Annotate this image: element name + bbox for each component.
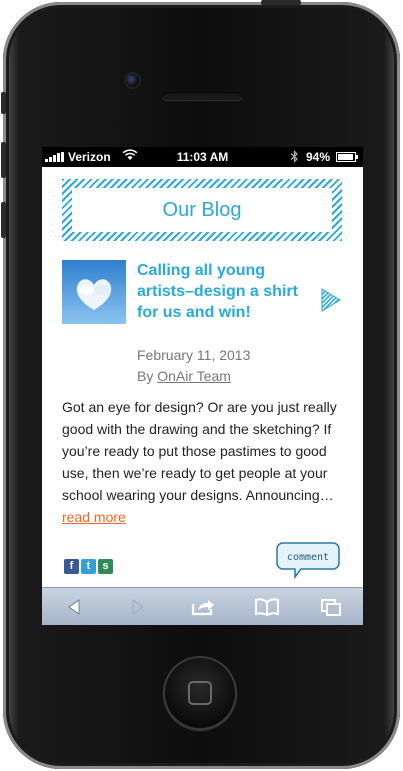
excerpt-text: Got an eye for design? Or are you just r… <box>62 399 337 503</box>
battery-percentage: 94% <box>306 150 331 164</box>
silent-switch <box>1 92 6 114</box>
byline-prefix: By <box>137 368 154 384</box>
twitter-icon[interactable]: t <box>81 559 96 574</box>
next-arrow-icon[interactable] <box>320 287 342 313</box>
forward-icon <box>132 599 144 615</box>
status-bar: Verizon 11:03 AM 94% <box>42 147 363 167</box>
camera-icon <box>126 74 139 87</box>
home-square-icon <box>188 681 212 705</box>
share-icon[interactable]: s <box>98 559 113 574</box>
comment-label: comment <box>287 552 329 563</box>
forward-button[interactable] <box>106 588 170 625</box>
power-button <box>261 0 301 5</box>
share-action-icon <box>191 600 214 616</box>
screen: Verizon 11:03 AM 94% Our Blog Calling al… <box>42 147 363 625</box>
blog-title: Our Blog <box>72 188 332 232</box>
share-action-button[interactable] <box>170 588 234 625</box>
author-link[interactable]: OnAir Team <box>157 368 231 384</box>
browser-toolbar <box>42 587 363 625</box>
post-date: February 11, 2013 <box>137 347 251 363</box>
earpiece-speaker <box>162 92 242 100</box>
post-title[interactable]: Calling all young artists–design a shirt… <box>137 260 317 323</box>
bookmarks-button[interactable] <box>235 588 299 625</box>
post-byline: By OnAir Team <box>137 368 231 384</box>
comment-button[interactable]: comment <box>275 539 341 580</box>
tabs-button[interactable] <box>299 588 363 625</box>
bookmarks-icon <box>254 598 279 616</box>
post-thumbnail[interactable] <box>62 260 126 324</box>
back-button[interactable] <box>42 588 106 625</box>
share-bar: f t s <box>64 559 113 574</box>
read-more-link[interactable]: read more <box>62 509 126 525</box>
blog-header: Our Blog <box>62 179 342 241</box>
tabs-icon <box>320 599 341 616</box>
volume-up-button <box>1 142 6 178</box>
battery-icon <box>336 152 358 162</box>
volume-down-button <box>1 202 6 238</box>
bluetooth-icon <box>290 149 299 166</box>
post-excerpt: Got an eye for design? Or are you just r… <box>62 396 354 528</box>
back-icon <box>68 599 80 615</box>
facebook-icon[interactable]: f <box>64 559 79 574</box>
